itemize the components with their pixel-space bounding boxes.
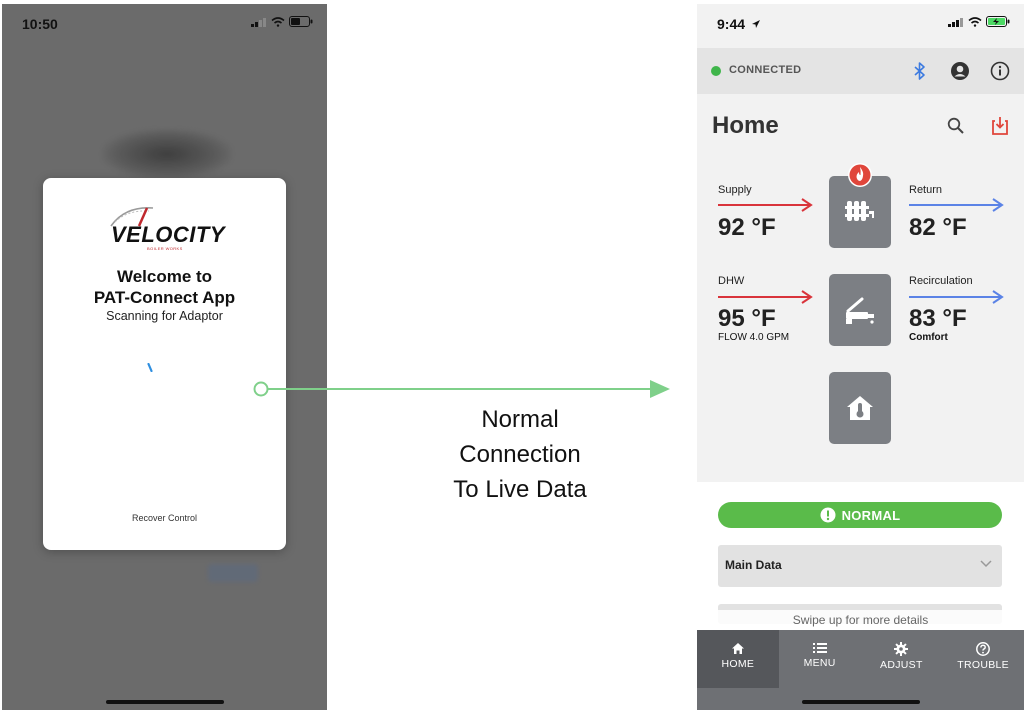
recirculation-arrow bbox=[909, 290, 1004, 304]
help-icon bbox=[976, 642, 991, 656]
left-phone-screen: 10:50 VELOCITY BOILER WORKS Welcome to P… bbox=[2, 4, 327, 710]
arrow-caption: Normal Connection To Live Data bbox=[420, 402, 620, 507]
bluetooth-button[interactable] bbox=[908, 59, 932, 83]
velocity-logo: VELOCITY BOILER WORKS bbox=[103, 204, 227, 252]
faucet-icon bbox=[846, 297, 874, 324]
title-actions bbox=[944, 114, 1012, 138]
battery-charging-icon bbox=[986, 16, 1010, 27]
signal-icon bbox=[251, 17, 266, 27]
wifi-icon bbox=[271, 16, 285, 27]
connection-status: CONNECTED bbox=[729, 64, 802, 76]
loading-spinner-icon bbox=[147, 363, 153, 372]
logo-text: VELOCITY bbox=[111, 222, 226, 247]
home-thermostat-tile[interactable] bbox=[829, 372, 891, 444]
bottom-tab-bar: HOME MENU ADJUST TROUBLE bbox=[697, 630, 1024, 710]
power-icon bbox=[992, 117, 1008, 135]
welcome-title-line1: Welcome to bbox=[116, 267, 213, 286]
status-bar: 10:50 bbox=[2, 4, 327, 44]
house-thermometer-icon bbox=[847, 396, 873, 420]
tab-home[interactable]: HOME bbox=[697, 630, 779, 688]
tab-home-label: HOME bbox=[721, 658, 755, 670]
recirculation-mode: Comfort bbox=[909, 332, 948, 343]
signal-icon bbox=[948, 17, 963, 27]
main-data-label: Main Data bbox=[725, 558, 782, 572]
dhw-tile[interactable] bbox=[829, 274, 891, 346]
tab-adjust[interactable]: ADJUST bbox=[861, 630, 943, 688]
dhw-flow: FLOW 4.0 GPM bbox=[718, 332, 790, 343]
gear-icon bbox=[894, 642, 909, 656]
dhw-label: DHW bbox=[718, 275, 745, 287]
status-time: 10:50 bbox=[22, 16, 58, 32]
return-temperature: 82 °F bbox=[909, 214, 967, 241]
info-icon bbox=[990, 61, 1010, 81]
welcome-title-line2: PAT-Connect App bbox=[93, 288, 236, 307]
status-normal-pill[interactable]: NORMAL bbox=[718, 502, 1002, 528]
welcome-modal: VELOCITY BOILER WORKS Welcome to PAT-Con… bbox=[43, 178, 286, 550]
status-icons bbox=[251, 16, 313, 27]
recover-control-link[interactable]: Recover Control bbox=[43, 513, 286, 523]
caption-line1: Normal bbox=[481, 406, 559, 433]
status-bar: 9:44 bbox=[697, 4, 1024, 44]
tab-trouble-label: TROUBLE bbox=[957, 659, 1009, 671]
alert-icon bbox=[820, 507, 836, 523]
main-data-accordion[interactable]: Main Data bbox=[718, 545, 1002, 587]
status-time-text: 9:44 bbox=[717, 16, 746, 32]
list-icon bbox=[812, 643, 827, 653]
tab-trouble[interactable]: TROUBLE bbox=[942, 630, 1024, 688]
battery-icon bbox=[289, 16, 313, 27]
info-button[interactable] bbox=[988, 59, 1012, 83]
recirculation-label: Recirculation bbox=[909, 275, 973, 287]
connection-actions bbox=[908, 59, 1012, 83]
chevron-down-icon bbox=[980, 560, 992, 568]
dhw-arrow bbox=[718, 290, 813, 304]
home-indicator bbox=[105, 700, 224, 704]
search-icon bbox=[947, 117, 964, 134]
recirculation-temperature: 83 °F bbox=[909, 305, 967, 332]
caption-line2: Connection bbox=[459, 441, 581, 468]
tab-adjust-label: ADJUST bbox=[880, 659, 923, 671]
connection-bar: CONNECTED bbox=[697, 48, 1024, 94]
blurred-background-logo bbox=[102, 129, 232, 179]
right-phone-screen: 9:44 CONNECTED Home Supply 92 °F Return … bbox=[697, 4, 1024, 710]
account-button[interactable] bbox=[948, 59, 972, 83]
logo-subtext: BOILER WORKS bbox=[147, 246, 183, 251]
status-icons bbox=[948, 16, 1010, 27]
connection-arrow bbox=[253, 380, 670, 398]
tab-menu[interactable]: MENU bbox=[779, 630, 861, 688]
bluetooth-icon bbox=[914, 62, 925, 80]
status-normal-text: NORMAL bbox=[841, 507, 901, 523]
flame-icon bbox=[848, 163, 872, 187]
wifi-icon bbox=[968, 16, 982, 27]
return-arrow bbox=[909, 198, 1004, 212]
supply-temperature: 92 °F bbox=[718, 214, 776, 241]
return-label: Return bbox=[909, 184, 943, 196]
radiator-icon bbox=[845, 201, 874, 221]
location-arrow-icon bbox=[751, 20, 760, 28]
home-icon bbox=[731, 643, 744, 654]
supply-label: Supply bbox=[718, 184, 752, 196]
supply-arrow bbox=[718, 198, 813, 212]
swipe-hint: Swipe up for more details bbox=[697, 610, 1024, 630]
user-icon bbox=[951, 62, 969, 80]
page-title: Home bbox=[712, 112, 779, 139]
home-indicator bbox=[801, 700, 920, 704]
caption-line3: To Live Data bbox=[453, 476, 587, 503]
status-time: 9:44 bbox=[717, 16, 761, 32]
connected-status-dot bbox=[711, 66, 721, 76]
power-button[interactable] bbox=[988, 114, 1012, 138]
search-button[interactable] bbox=[944, 114, 968, 138]
blurred-background-link bbox=[208, 564, 258, 582]
comparison-figure: 10:50 VELOCITY BOILER WORKS Welcome to P… bbox=[0, 0, 1024, 710]
tab-menu-label: MENU bbox=[803, 657, 836, 669]
scanning-status: Scanning for Adaptor bbox=[106, 309, 223, 323]
dhw-temperature: 95 °F bbox=[718, 305, 776, 332]
